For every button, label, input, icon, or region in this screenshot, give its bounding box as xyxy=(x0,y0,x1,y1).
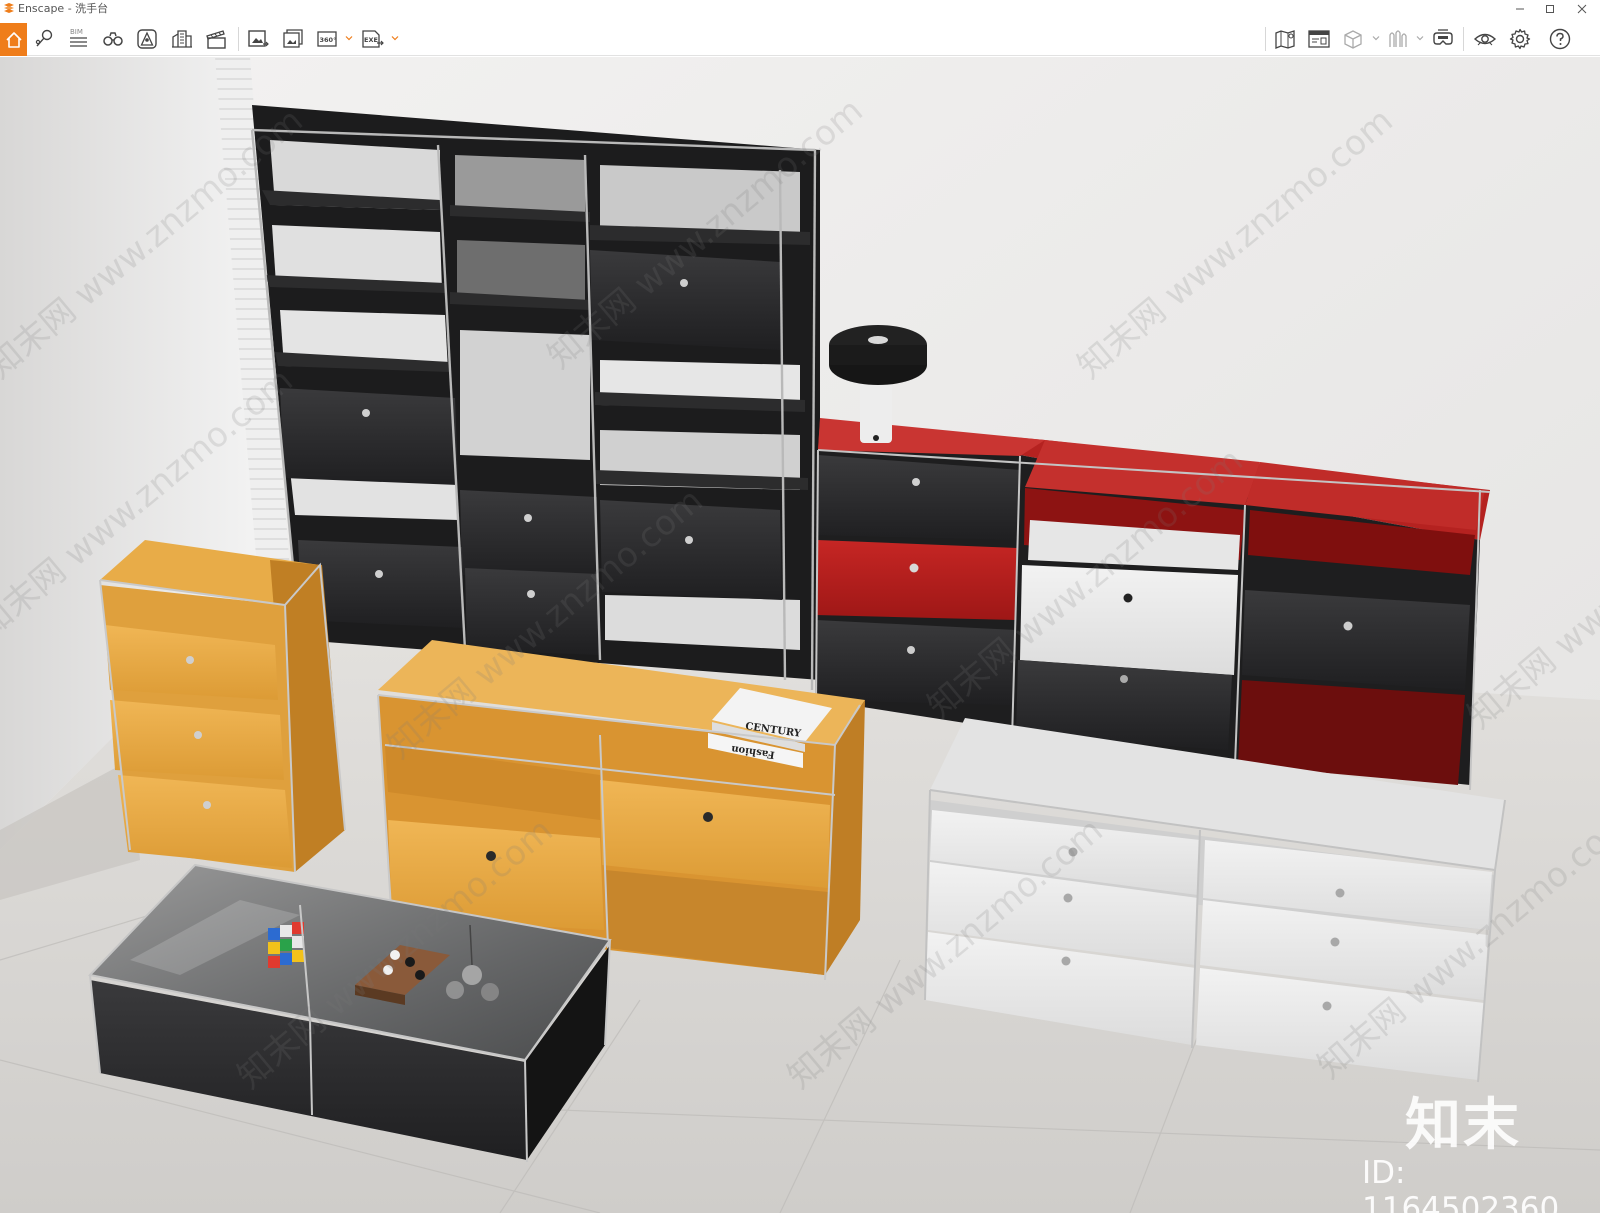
atmosphere-button[interactable] xyxy=(132,24,162,54)
map-pin-icon xyxy=(35,29,53,47)
bim-icon: BIM xyxy=(70,28,87,47)
panorama-dropdown-icon[interactable] xyxy=(345,34,353,42)
yellow-drawer-cabinet xyxy=(99,540,346,873)
panorama-button[interactable]: 360° xyxy=(313,24,343,54)
map-button[interactable] xyxy=(1270,24,1300,54)
eye-icon xyxy=(1473,33,1497,46)
title-bar: Enscape - 洗手台 xyxy=(0,0,1600,18)
exe-export-icon: EXE xyxy=(362,30,384,48)
toolbar-separator xyxy=(1265,27,1266,51)
render-viewport[interactable]: CENTURY Fashion 知末网 www.znzmo.com 知末网 ww… xyxy=(0,57,1600,1213)
enscape-logo-icon xyxy=(4,3,14,13)
window-title: Enscape - 洗手台 xyxy=(18,2,109,15)
help-icon xyxy=(1549,28,1571,50)
render-image-button[interactable] xyxy=(243,24,273,54)
help-button[interactable] xyxy=(1545,24,1575,54)
rubiks-cube xyxy=(268,922,304,968)
atmosphere-icon xyxy=(137,29,157,49)
visual-settings-button[interactable] xyxy=(1470,24,1500,54)
panorama-360-icon: 360° xyxy=(317,31,337,47)
vr-headset-icon xyxy=(1433,29,1453,45)
toolbar-separator xyxy=(238,27,239,51)
render-scene: CENTURY Fashion 知末网 www.znzmo.com 知末网 ww… xyxy=(0,57,1600,1213)
material-button[interactable] xyxy=(1383,24,1413,54)
web-standalone-button[interactable] xyxy=(1304,24,1334,54)
minimize-icon xyxy=(1516,8,1524,10)
video-editor-button[interactable] xyxy=(201,24,231,54)
close-icon xyxy=(1577,4,1587,14)
asset-dropdown-icon[interactable] xyxy=(1372,34,1380,42)
brand-watermark: 知末 xyxy=(1405,1093,1521,1158)
maximize-icon xyxy=(1546,5,1554,13)
buildings-icon xyxy=(172,30,192,48)
clapperboard-icon xyxy=(206,30,226,49)
bim-label: BIM xyxy=(70,28,83,36)
export-exe-button[interactable]: EXE xyxy=(357,24,387,54)
panorama-label: 360° xyxy=(320,36,337,44)
asset-library-button[interactable] xyxy=(1338,24,1368,54)
batch-render-icon xyxy=(283,29,303,48)
material-dropdown-icon[interactable] xyxy=(1416,34,1424,42)
vr-button[interactable] xyxy=(1428,24,1458,54)
material-icon xyxy=(1389,30,1407,47)
gear-icon xyxy=(1509,28,1531,50)
home-icon xyxy=(5,31,22,48)
cube-icon xyxy=(1344,30,1362,49)
location-button[interactable] xyxy=(29,24,59,54)
bim-button[interactable]: BIM xyxy=(63,24,93,54)
toolbar-separator xyxy=(1463,27,1464,51)
binoculars-button[interactable] xyxy=(98,24,128,54)
image-export-icon xyxy=(248,30,269,47)
binoculars-icon xyxy=(103,32,123,46)
exe-label: EXE xyxy=(364,36,378,44)
home-button[interactable] xyxy=(0,23,27,56)
web-icon xyxy=(1308,30,1330,48)
close-button[interactable] xyxy=(1562,0,1600,18)
map-icon xyxy=(1275,30,1295,49)
enscape-toolbar: BIM 360° EXE xyxy=(0,18,1600,70)
batch-render-button[interactable] xyxy=(278,24,308,54)
settings-button[interactable] xyxy=(1505,24,1535,54)
image-id-label: ID: 1164502360 xyxy=(1362,1155,1560,1213)
export-dropdown-icon[interactable] xyxy=(391,34,399,42)
buildings-button[interactable] xyxy=(167,24,197,54)
